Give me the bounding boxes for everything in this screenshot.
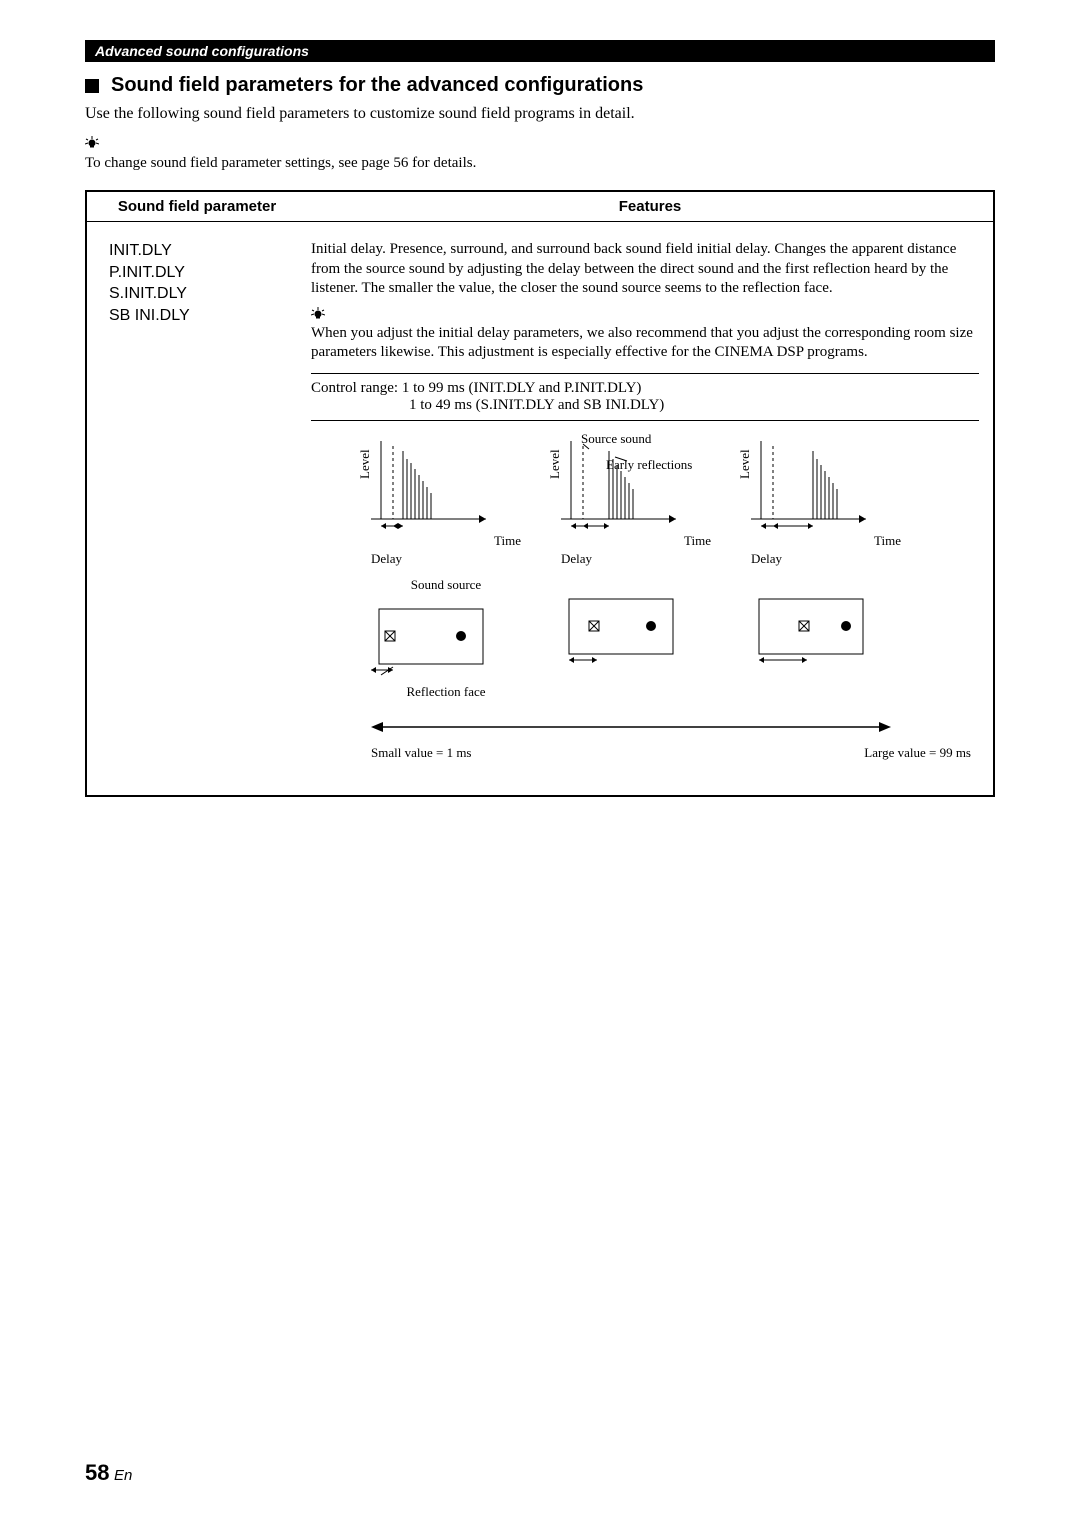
intro-text: Use the following sound field parameters… — [85, 105, 995, 123]
range-arrow-svg — [371, 720, 891, 734]
param-names-cell: INIT.DLY P.INIT.DLY S.INIT.DLY SB INI.DL… — [87, 232, 307, 779]
y-axis-label: Level — [737, 449, 753, 479]
param-name: S.INIT.DLY — [109, 283, 291, 305]
param-name: P.INIT.DLY — [109, 262, 291, 284]
section-title: Sound field parameters for the advanced … — [85, 74, 995, 97]
chart-block-3: Level — [751, 441, 901, 700]
delay-label: Delay — [561, 551, 711, 567]
page-lang: En — [114, 1467, 132, 1484]
sound-source-label: Sound source — [371, 577, 521, 593]
control-range-line2: 1 to 49 ms (S.INIT.DLY and SB INI.DLY) — [311, 397, 979, 414]
y-axis-label: Level — [357, 449, 373, 479]
room-diagram-svg — [751, 597, 871, 667]
delay-chart-svg — [561, 441, 681, 531]
diagram-charts-row: Level — [371, 441, 979, 700]
features-cell: Initial delay. Presence, surround, and s… — [307, 232, 993, 779]
chart-block-2: Level — [561, 441, 711, 700]
bullet-icon — [85, 79, 99, 93]
page-number: 58 — [85, 1460, 109, 1485]
x-axis-label: Time — [561, 533, 711, 549]
delay-label: Delay — [371, 551, 521, 567]
room-diagram-svg — [561, 597, 681, 667]
tip-icon — [311, 307, 979, 324]
arrow-labels: Small value = 1 ms Large value = 99 ms — [371, 745, 971, 761]
section-title-text: Sound field parameters for the advanced … — [111, 74, 643, 97]
chart-block-1: Level — [371, 441, 521, 700]
param-name: SB INI.DLY — [109, 305, 291, 327]
parameter-table: Sound field parameter Features INIT.DLY … — [85, 190, 995, 797]
header-breadcrumb: Advanced sound configurations — [85, 40, 995, 62]
col-header-param: Sound field parameter — [87, 192, 307, 221]
tip-icon — [85, 136, 99, 153]
large-value-label: Large value = 99 ms — [864, 745, 971, 761]
feature-tip: When you adjust the initial delay parame… — [311, 324, 979, 363]
control-range-line1: Control range: 1 to 99 ms (INIT.DLY and … — [311, 380, 979, 397]
page-footer: 58 En — [85, 1460, 132, 1486]
param-name: INIT.DLY — [109, 240, 291, 262]
delay-chart-svg — [371, 441, 491, 531]
x-axis-label: Time — [751, 533, 901, 549]
delay-chart-svg — [751, 441, 871, 531]
diagram-area: Source sound Early reflections Level — [371, 441, 979, 771]
table-header: Sound field parameter Features — [87, 192, 993, 222]
feature-description: Initial delay. Presence, surround, and s… — [311, 240, 979, 299]
reflection-face-label: Reflection face — [371, 684, 521, 700]
room-diagram-svg — [371, 607, 491, 677]
control-range: Control range: 1 to 99 ms (INIT.DLY and … — [311, 373, 979, 421]
x-axis-label: Time — [371, 533, 521, 549]
small-value-label: Small value = 1 ms — [371, 745, 472, 761]
delay-label: Delay — [751, 551, 901, 567]
table-row: INIT.DLY P.INIT.DLY S.INIT.DLY SB INI.DL… — [87, 222, 993, 795]
tip-text: To change sound field parameter settings… — [85, 155, 995, 172]
y-axis-label: Level — [547, 449, 563, 479]
col-header-features: Features — [307, 192, 993, 221]
